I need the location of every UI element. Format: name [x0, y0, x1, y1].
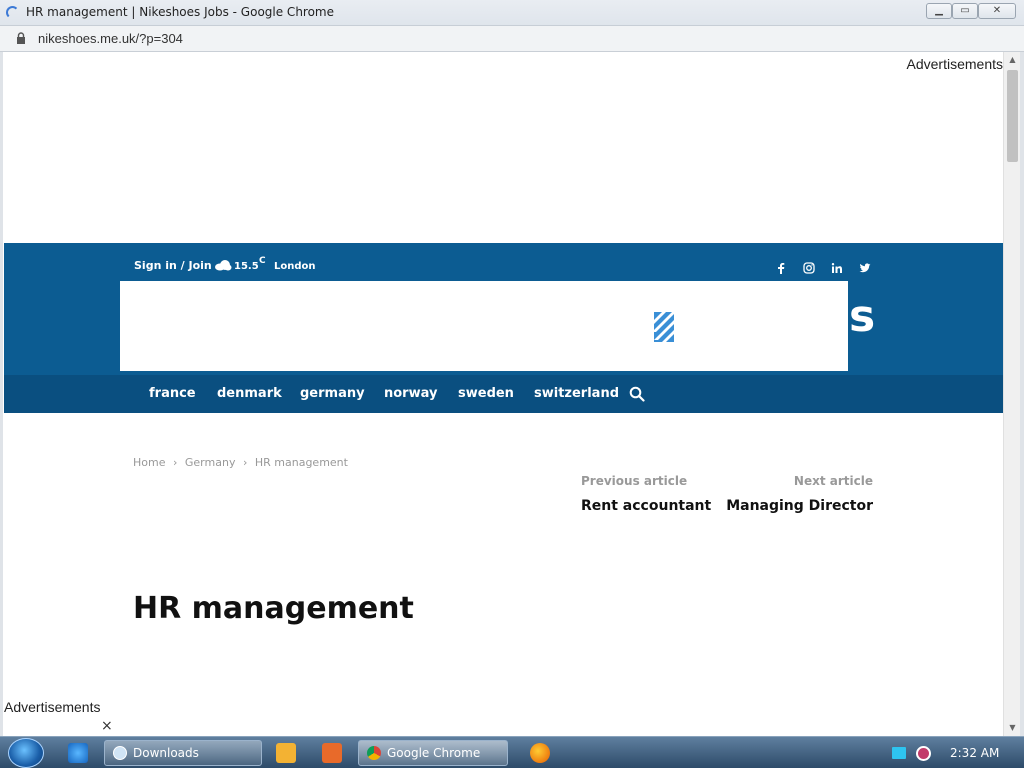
previous-article-link[interactable]: Rent accountant: [581, 498, 711, 514]
breadcrumb-current: HR management: [254, 456, 348, 469]
taskbar-downloads-button[interactable]: Downloads: [104, 740, 262, 766]
site-header: Sign in / Join 15.5 C London s france de…: [4, 243, 1003, 413]
nav-item-germany[interactable]: germany: [300, 386, 365, 401]
url-text[interactable]: nikeshoes.me.uk/?p=304: [38, 31, 183, 46]
tray-app-icon[interactable]: [916, 746, 931, 761]
next-article-label: Next article: [793, 474, 873, 488]
breadcrumb-separator: ›: [242, 456, 248, 469]
firefox-icon[interactable]: [530, 743, 550, 763]
facebook-icon[interactable]: [774, 261, 788, 275]
nav-item-france[interactable]: france: [149, 386, 196, 401]
logo-stripes-icon: [654, 312, 674, 342]
maximize-button[interactable]: ▭: [952, 3, 978, 19]
window-title: HR management | Nikeshoes Jobs - Google …: [26, 5, 335, 19]
downloads-icon: [113, 746, 127, 760]
nav-item-switzerland[interactable]: switzerland: [534, 386, 619, 401]
internet-explorer-icon[interactable]: [68, 743, 88, 763]
weather-city: London: [274, 261, 316, 272]
logo-banner[interactable]: [120, 281, 848, 371]
temperature: 15.5: [234, 261, 259, 272]
ad-label-top: Advertisements: [906, 56, 1003, 72]
cloud-icon: [215, 260, 232, 271]
nav-item-denmark[interactable]: denmark: [217, 386, 282, 401]
twitter-icon[interactable]: [858, 261, 872, 275]
close-window-button[interactable]: ✕: [978, 3, 1016, 19]
breadcrumb: Home › Germany › HR management: [133, 456, 352, 469]
breadcrumb-separator: ›: [172, 456, 178, 469]
breadcrumb-germany[interactable]: Germany: [185, 456, 236, 469]
system-clock[interactable]: 2:32 AM: [950, 746, 999, 760]
taskbar-chrome-button[interactable]: Google Chrome: [358, 740, 508, 766]
main-nav: france denmark germany norway sweden swi…: [4, 375, 1003, 413]
loading-spinner-icon: [6, 6, 19, 19]
previous-article-label: Previous article: [581, 474, 688, 488]
logo-text-fragment: s: [849, 291, 876, 342]
start-button[interactable]: [8, 738, 44, 768]
lock-icon: [17, 32, 25, 44]
next-article-link[interactable]: Managing Director: [726, 498, 873, 514]
page-title: HR management: [133, 591, 414, 626]
linkedin-icon[interactable]: [830, 261, 844, 275]
nav-item-norway[interactable]: norway: [384, 386, 437, 401]
network-tray-icon[interactable]: [892, 747, 906, 759]
temperature-unit: C: [259, 256, 266, 266]
media-player-icon[interactable]: [276, 743, 296, 763]
vertical-scrollbar[interactable]: ▲ ▼: [1003, 52, 1020, 736]
scroll-thumb[interactable]: [1007, 70, 1018, 162]
address-bar[interactable]: nikeshoes.me.uk/?p=304: [0, 26, 1024, 52]
ad-label-bottom: Advertisements: [4, 699, 101, 715]
page-viewport: Advertisements Sign in / Join 15.5 C Lon…: [3, 52, 1003, 736]
instagram-icon[interactable]: [802, 261, 816, 275]
taskbar: Downloads Google Chrome 2:32 AM: [0, 736, 1024, 768]
minimize-button[interactable]: ▁: [926, 3, 952, 19]
scroll-down-arrow-icon[interactable]: ▼: [1004, 720, 1021, 736]
ad-close-button[interactable]: ×: [101, 718, 113, 734]
nav-item-sweden[interactable]: sweden: [458, 386, 514, 401]
scroll-up-arrow-icon[interactable]: ▲: [1004, 52, 1021, 68]
taskbar-chrome-label: Google Chrome: [387, 746, 481, 760]
taskbar-downloads-label: Downloads: [133, 746, 199, 760]
breadcrumb-home[interactable]: Home: [133, 456, 165, 469]
app-icon[interactable]: [322, 743, 342, 763]
search-icon[interactable]: [629, 386, 645, 402]
chrome-icon: [367, 746, 381, 760]
sign-in-link[interactable]: Sign in / Join: [134, 259, 212, 272]
window-titlebar: HR management | Nikeshoes Jobs - Google …: [0, 0, 1024, 26]
